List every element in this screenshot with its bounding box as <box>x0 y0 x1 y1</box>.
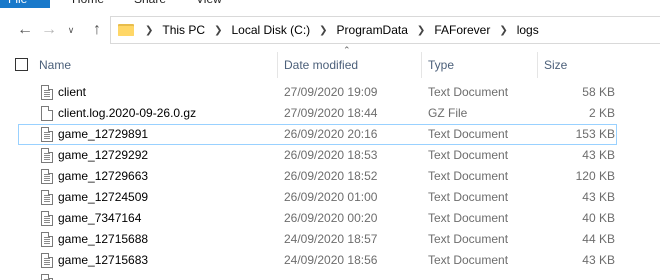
breadcrumb-faforever[interactable]: FAForever <box>434 23 490 37</box>
file-date: 26/09/2020 00:20 <box>284 211 378 225</box>
file-type: Text Document <box>428 148 509 162</box>
file-type: Text Document <box>428 253 509 267</box>
file-date: 27/09/2020 19:09 <box>284 85 378 99</box>
breadcrumb-this-pc[interactable]: This PC <box>162 23 205 37</box>
forward-button[interactable]: → <box>38 14 60 46</box>
text-document-icon <box>41 211 53 226</box>
file-size: 40 KB <box>582 211 615 225</box>
arrow-right-icon: → <box>41 21 57 38</box>
column-size[interactable]: Size <box>537 52 617 78</box>
file-name: game_12724509 <box>58 190 149 204</box>
tab-file[interactable]: File <box>0 0 50 8</box>
file-date: 26/09/2020 18:52 <box>284 169 378 183</box>
chevron-right-icon[interactable]: ❯ <box>499 25 507 36</box>
file-name: game_12729663 <box>58 169 149 183</box>
file-size: 2 KB <box>588 106 615 120</box>
file-row[interactable]: game_12729292 26/09/2020 18:53 Text Docu… <box>18 145 617 166</box>
file-icon <box>41 106 53 121</box>
file-date: 26/09/2020 20:16 <box>284 127 378 141</box>
file-type: Text Document <box>428 232 509 246</box>
file-row[interactable]: game_12715688 24/09/2020 18:57 Text Docu… <box>18 229 617 250</box>
chevron-right-icon[interactable]: ❯ <box>417 25 425 36</box>
text-document-icon <box>41 148 53 163</box>
file-name: game_12715683 <box>58 253 149 267</box>
text-document-icon <box>41 253 53 268</box>
breadcrumb-programdata[interactable]: ProgramData <box>337 23 408 37</box>
file-size: 58 KB <box>582 85 615 99</box>
column-type[interactable]: Type <box>421 52 537 78</box>
file-name: game_12729292 <box>58 148 149 162</box>
text-document-icon <box>41 190 53 205</box>
breadcrumb-logs[interactable]: logs <box>517 23 539 37</box>
file-row[interactable]: client 27/09/2020 19:09 Text Document 58… <box>18 82 617 103</box>
file-type: Text Document <box>428 190 509 204</box>
file-size: 153 KB <box>575 127 615 141</box>
text-document-icon <box>41 85 53 100</box>
file-size: 43 KB <box>582 190 615 204</box>
address-row: ← → ∨ ↑ ❯ This PC ❯ Local Disk (C:) ❯ Pr… <box>0 14 660 46</box>
text-document-icon <box>41 274 53 280</box>
tab-view[interactable]: View <box>196 0 222 8</box>
up-button[interactable]: ↑ <box>86 14 108 46</box>
file-date: 26/09/2020 01:00 <box>284 190 378 204</box>
file-name: client.log.2020-09-26.0.gz <box>58 106 197 120</box>
file-row[interactable]: game_12729663 26/09/2020 18:52 Text Docu… <box>18 166 617 187</box>
tab-share[interactable]: Share <box>134 0 166 8</box>
column-date-modified[interactable]: Date modified <box>277 52 421 78</box>
text-document-icon <box>41 232 53 247</box>
chevron-right-icon[interactable]: ❯ <box>319 25 327 36</box>
file-size: 120 KB <box>575 169 615 183</box>
file-date: 24/09/2020 18:57 <box>284 232 378 246</box>
folder-icon <box>118 24 134 36</box>
file-type: Text Document <box>428 85 509 99</box>
tab-home[interactable]: Home <box>72 0 104 8</box>
file-row[interactable]: game_7347164 26/09/2020 00:20 Text Docum… <box>18 208 617 229</box>
file-size: 43 KB <box>582 253 615 267</box>
file-size: 44 KB <box>582 232 615 246</box>
file-date: 27/09/2020 18:44 <box>284 106 378 120</box>
file-name: game_12715688 <box>58 232 149 246</box>
file-name: game_12729891 <box>58 127 149 141</box>
column-name[interactable]: Name <box>33 52 277 78</box>
arrow-up-icon: ↑ <box>93 21 101 38</box>
recent-locations-button[interactable]: ∨ <box>60 14 82 46</box>
ribbon-tabs: File Home Share View <box>0 0 660 9</box>
chevron-right-icon[interactable]: ❯ <box>145 25 153 36</box>
file-row[interactable]: game_12724509 26/09/2020 01:00 Text Docu… <box>18 187 617 208</box>
file-row[interactable]: game_12729891 26/09/2020 20:16 Text Docu… <box>18 124 617 145</box>
file-type: GZ File <box>428 106 468 120</box>
file-type: Text Document <box>428 127 509 141</box>
arrow-left-icon: ← <box>17 21 33 38</box>
file-name: client <box>58 85 87 99</box>
breadcrumb-local-disk[interactable]: Local Disk (C:) <box>231 23 310 37</box>
file-type: Text Document <box>428 211 509 225</box>
file-row[interactable]: client.log.2020-09-26.0.gz 27/09/2020 18… <box>18 103 617 124</box>
file-date: 24/09/2020 18:56 <box>284 253 378 267</box>
address-bar[interactable]: ❯ This PC ❯ Local Disk (C:) ❯ ProgramDat… <box>110 16 660 44</box>
chevron-right-icon[interactable]: ❯ <box>214 25 222 36</box>
select-all-checkbox[interactable] <box>15 58 28 71</box>
text-document-icon <box>41 127 53 142</box>
text-document-icon <box>41 169 53 184</box>
chevron-down-icon: ∨ <box>67 24 75 35</box>
file-size: 43 KB <box>582 148 615 162</box>
file-row[interactable]: game_12715683 24/09/2020 18:56 Text Docu… <box>18 250 617 271</box>
file-name: game_7347164 <box>58 211 142 225</box>
column-header: Name Date modified Type Size <box>0 52 660 78</box>
file-date: 26/09/2020 18:53 <box>284 148 378 162</box>
file-row[interactable] <box>18 271 617 280</box>
file-type: Text Document <box>428 169 509 183</box>
back-button[interactable]: ← <box>14 14 36 46</box>
